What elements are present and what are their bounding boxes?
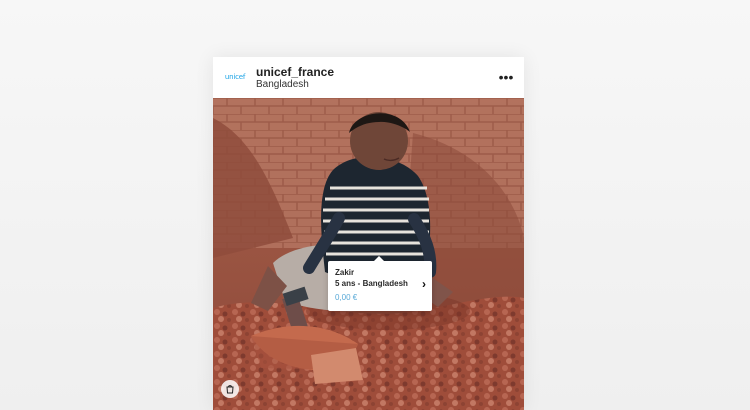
tag-subtitle: 5 ans - Bangladesh xyxy=(335,279,408,288)
tag-price: 0,00 € xyxy=(335,293,358,302)
photo-illustration xyxy=(213,98,524,410)
tag-name: Zakir xyxy=(335,268,355,277)
product-tag[interactable]: Zakir 5 ans - Bangladesh 0,00 € › xyxy=(328,256,432,311)
more-icon: ••• xyxy=(498,69,514,85)
account-name[interactable]: unicef_france xyxy=(256,65,334,79)
more-options-button[interactable]: ••• xyxy=(498,69,514,85)
post-location[interactable]: Bangladesh xyxy=(256,79,309,90)
shopping-bag-button[interactable] xyxy=(221,380,239,398)
shopping-bag-icon xyxy=(226,385,234,394)
post-photo[interactable]: Zakir 5 ans - Bangladesh 0,00 € › xyxy=(213,98,524,410)
instagram-post: unicef unicef_france Bangladesh ••• Zaki… xyxy=(213,57,524,410)
post-header: unicef unicef_france Bangladesh ••• xyxy=(213,57,524,99)
unicef-avatar[interactable]: unicef xyxy=(221,67,249,87)
page-background: unicef unicef_france Bangladesh ••• Zaki… xyxy=(0,0,750,410)
chevron-right-icon: › xyxy=(422,277,426,291)
